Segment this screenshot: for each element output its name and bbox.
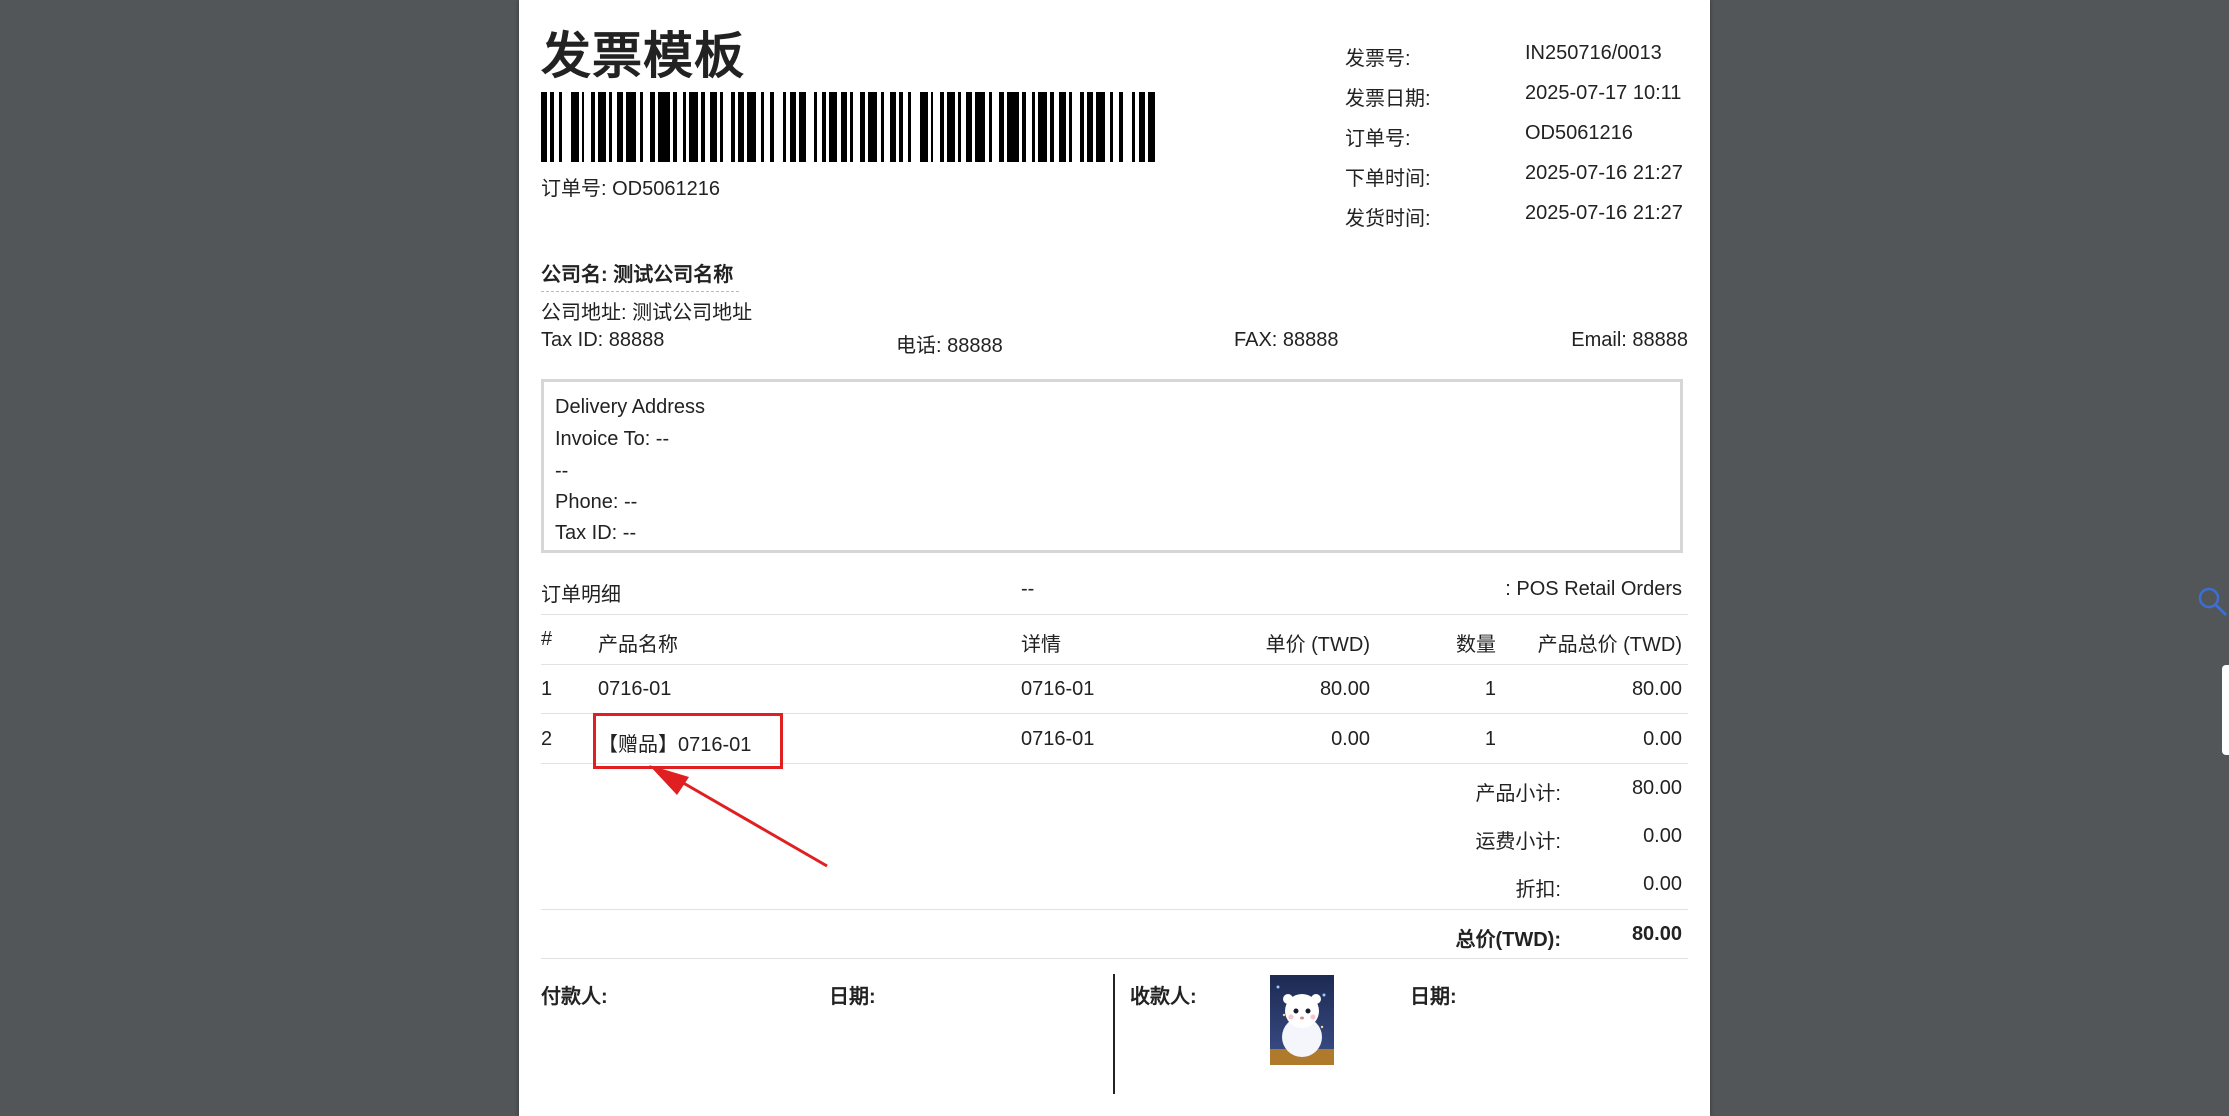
row-1-name: 0716-01 bbox=[598, 678, 672, 700]
total-label: 总价(TWD): bbox=[1455, 929, 1561, 951]
invoice-number-label: 发票号: bbox=[1345, 48, 1411, 70]
ship-time-value: 2025-07-16 21:27 bbox=[1525, 202, 1683, 224]
order-time-label: 下单时间: bbox=[1345, 168, 1431, 190]
invoice-date-value: 2025-07-17 10:11 bbox=[1525, 82, 1682, 104]
company-email: Email: 88888 bbox=[1571, 329, 1688, 351]
highlight-box bbox=[593, 713, 783, 769]
payee-stamp-image bbox=[1270, 975, 1334, 1065]
company-address: 公司地址: 测试公司地址 bbox=[541, 302, 753, 324]
row-2-index: 2 bbox=[541, 728, 553, 750]
order-number-label: 订单号: bbox=[1345, 128, 1411, 150]
shipping-label: 运费小计: bbox=[1475, 831, 1561, 853]
discount-value: 0.00 bbox=[1643, 873, 1682, 895]
barcode-caption: 订单号: OD5061216 bbox=[541, 178, 720, 200]
col-total-header: 产品总价 (TWD) bbox=[1537, 634, 1682, 656]
ship-time-label: 发货时间: bbox=[1345, 208, 1431, 230]
subtotal-label: 产品小计: bbox=[1475, 783, 1561, 805]
order-number-value: OD5061216 bbox=[1525, 122, 1633, 144]
subtotal-value: 80.00 bbox=[1631, 777, 1682, 799]
signature-divider bbox=[1113, 974, 1115, 1094]
order-detail-label: 订单明细 bbox=[541, 584, 621, 606]
row-divider bbox=[541, 664, 1688, 665]
col-detail-header: 详情 bbox=[1021, 634, 1061, 656]
delivery-line: -- bbox=[555, 460, 569, 482]
company-fax: FAX: 88888 bbox=[1234, 329, 1339, 351]
row-1-unit-price: 80.00 bbox=[1319, 678, 1370, 700]
row-1-detail: 0716-01 bbox=[1021, 678, 1095, 700]
col-unit-price-header: 单价 (TWD) bbox=[1265, 634, 1370, 656]
company-divider bbox=[541, 291, 739, 292]
barcode-icon bbox=[541, 92, 1155, 162]
invoice-title: 发票模板 bbox=[541, 28, 745, 84]
order-source: : POS Retail Orders bbox=[1505, 578, 1682, 600]
annotation-arrow-icon bbox=[649, 765, 828, 868]
row-2-detail: 0716-01 bbox=[1021, 728, 1095, 750]
order-middle-value: -- bbox=[1021, 578, 1035, 600]
company-name: 公司名: 测试公司名称 bbox=[541, 264, 734, 286]
invoice-date-label: 发票日期: bbox=[1345, 88, 1431, 110]
row-1-index: 1 bbox=[541, 678, 553, 700]
col-index-header: # bbox=[541, 628, 553, 650]
invoice-page: 发票模板 订单号: OD5061216 发票号: IN250716/0013 发… bbox=[519, 0, 1710, 1116]
delivery-invoice-to: Invoice To: -- bbox=[555, 428, 670, 450]
total-value: 80.00 bbox=[1631, 923, 1682, 945]
delivery-phone: Phone: -- bbox=[555, 491, 638, 513]
invoice-number-value: IN250716/0013 bbox=[1525, 42, 1662, 64]
delivery-heading: Delivery Address bbox=[555, 396, 706, 418]
row-divider bbox=[541, 909, 1688, 910]
row-divider bbox=[541, 958, 1688, 959]
shipping-value: 0.00 bbox=[1643, 825, 1682, 847]
company-phone: 电话: 88888 bbox=[896, 335, 1003, 357]
col-qty-header: 数量 bbox=[1456, 634, 1496, 656]
row-divider bbox=[541, 614, 1688, 615]
row-2-qty: 1 bbox=[1484, 728, 1496, 750]
payee-date-label: 日期: bbox=[1410, 986, 1457, 1008]
company-tax-id: Tax ID: 88888 bbox=[541, 329, 665, 351]
delivery-tax-id: Tax ID: -- bbox=[555, 522, 637, 544]
row-2-total: 0.00 bbox=[1643, 728, 1682, 750]
row-1-total: 80.00 bbox=[1631, 678, 1682, 700]
discount-label: 折扣: bbox=[1515, 879, 1561, 901]
scrollbar-handle[interactable] bbox=[2222, 665, 2229, 755]
row-2-unit-price: 0.00 bbox=[1331, 728, 1370, 750]
payer-date-label: 日期: bbox=[829, 986, 876, 1008]
col-name-header: 产品名称 bbox=[598, 634, 678, 656]
search-icon[interactable] bbox=[2196, 585, 2228, 617]
payer-label: 付款人: bbox=[541, 986, 608, 1008]
order-time-value: 2025-07-16 21:27 bbox=[1525, 162, 1683, 184]
payee-label: 收款人: bbox=[1130, 986, 1197, 1008]
delivery-address-box: Delivery Address Invoice To: -- -- Phone… bbox=[541, 379, 1683, 553]
row-1-qty: 1 bbox=[1484, 678, 1496, 700]
